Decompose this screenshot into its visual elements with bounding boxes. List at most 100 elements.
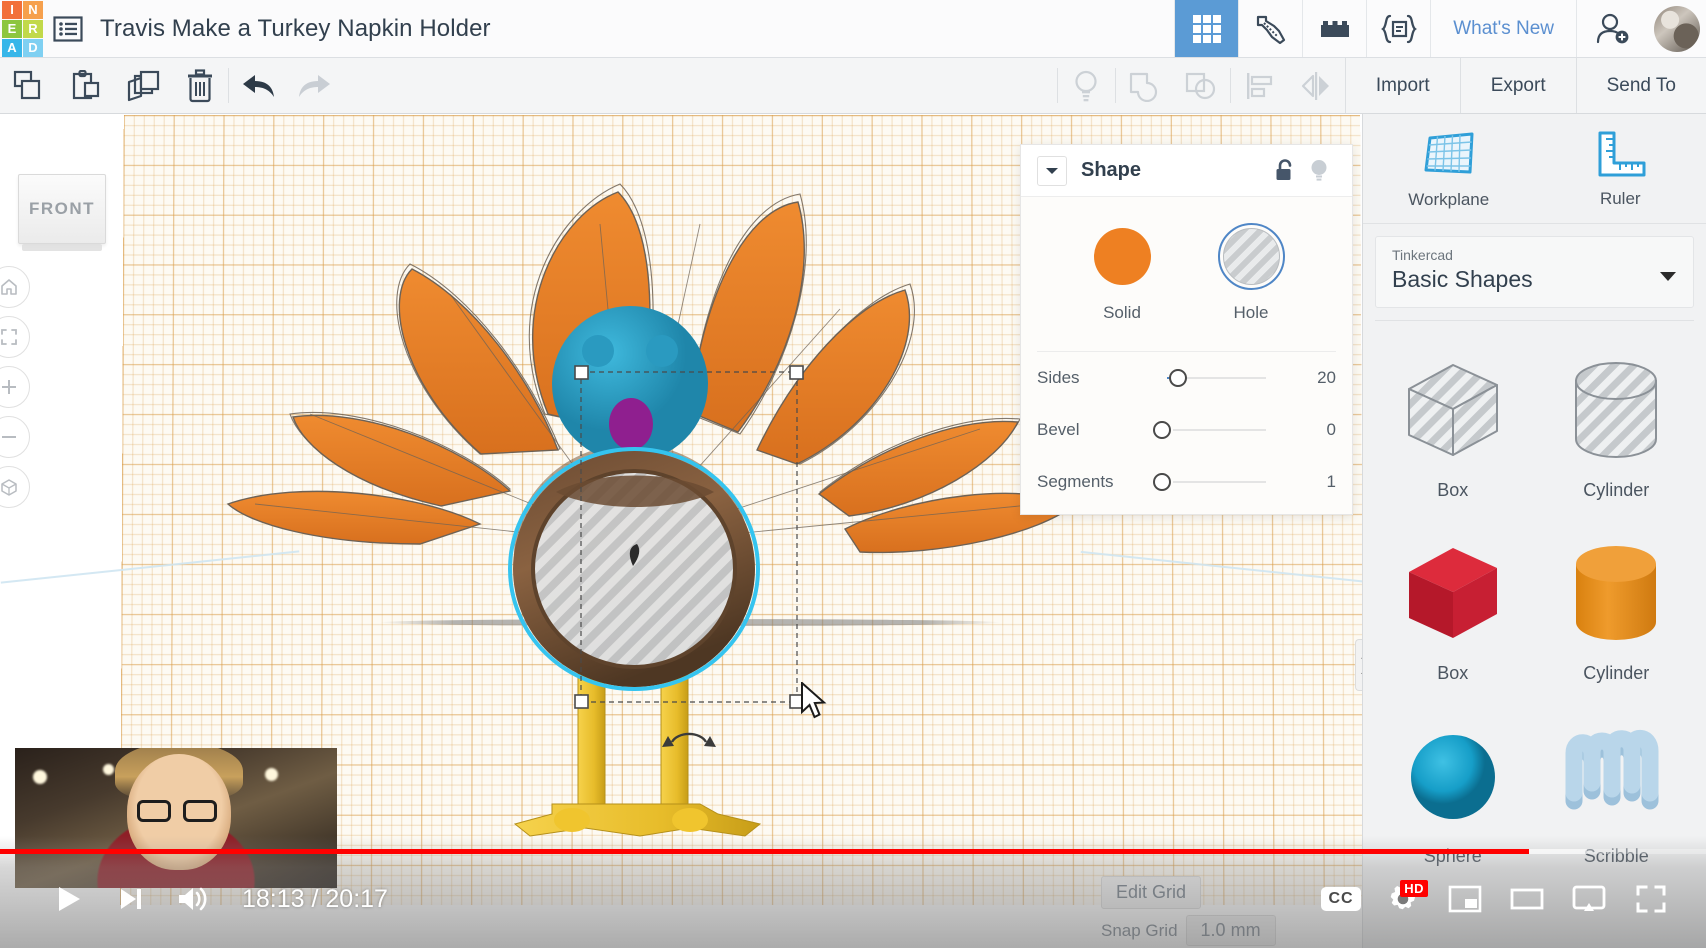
- caret-down-icon: [1659, 269, 1677, 287]
- export-button[interactable]: Export: [1459, 58, 1576, 113]
- shape-library-select[interactable]: Tinkercad Basic Shapes: [1375, 236, 1694, 308]
- redo-arrow-icon[interactable]: [286, 58, 343, 113]
- logo-letter-e: E: [2, 19, 22, 38]
- tinkercad-logo[interactable]: I N E R A D: [0, 0, 46, 57]
- quality-badge: HD: [1400, 880, 1428, 897]
- bevel-slider-knob[interactable]: [1153, 421, 1171, 439]
- copy-button[interactable]: [0, 58, 57, 113]
- tab-lego-blocks[interactable]: [1302, 0, 1366, 57]
- bevel-value[interactable]: 0: [1280, 420, 1336, 440]
- zoom-in-button[interactable]: [0, 366, 30, 408]
- segments-slider-knob[interactable]: [1153, 473, 1171, 491]
- shape-type-swatches: Solid Hole: [1021, 223, 1352, 333]
- tab-designs-grid[interactable]: [1174, 0, 1239, 57]
- tab-minecraft-pickaxe[interactable]: [1238, 0, 1302, 57]
- shape-cylinder-orange[interactable]: Cylinder: [1535, 518, 1699, 701]
- fullscreen-icon[interactable]: [1620, 870, 1682, 928]
- background-light-3: [265, 768, 278, 781]
- segments-slider[interactable]: [1149, 472, 1280, 492]
- sides-slider[interactable]: [1149, 368, 1280, 388]
- hole-label: Hole: [1233, 303, 1269, 322]
- hole-swatch-option[interactable]: Hole: [1217, 223, 1285, 323]
- background-light-2: [103, 764, 114, 775]
- workplane-grid-icon: [1424, 132, 1474, 173]
- add-person-icon[interactable]: [1576, 0, 1648, 57]
- duplicate-button[interactable]: [114, 58, 171, 113]
- edit-grid-button[interactable]: Edit Grid: [1101, 876, 1202, 909]
- workplane-tool-label: Workplane: [1408, 189, 1490, 209]
- segments-value[interactable]: 1: [1280, 472, 1336, 492]
- bevel-slider[interactable]: [1149, 420, 1280, 440]
- logo-letter-r: R: [23, 19, 43, 38]
- view-cube[interactable]: FRONT: [18, 174, 106, 244]
- ungroup-icon[interactable]: [1173, 58, 1230, 113]
- lightbulb-icon[interactable]: [1302, 158, 1336, 184]
- undo-arrow-icon[interactable]: [229, 58, 286, 113]
- shape-box-hole-label: Box: [1437, 480, 1469, 500]
- sides-value[interactable]: 20: [1280, 368, 1336, 388]
- hole-pattern-swatch: [1222, 228, 1280, 285]
- page-title[interactable]: Travis Make a Turkey Napkin Holder: [90, 0, 1174, 57]
- trash-icon[interactable]: [171, 58, 228, 113]
- top-bar: I N E R A D Travis Make a Turkey Napkin …: [0, 0, 1706, 58]
- sides-slider-knob[interactable]: [1169, 369, 1187, 387]
- library-owner-label: Tinkercad: [1392, 247, 1453, 263]
- solid-color-swatch: [1093, 228, 1151, 285]
- workplane-tool[interactable]: Workplane: [1363, 114, 1535, 223]
- theater-mode-icon[interactable]: [1496, 870, 1558, 928]
- closed-captions-icon[interactable]: CC: [1310, 870, 1372, 928]
- volume-button[interactable]: [162, 870, 224, 928]
- shape-inspector-panel: Shape Solid Hole Sides 20 Bevel 0 Segmen…: [1020, 144, 1353, 515]
- solid-label: Solid: [1103, 303, 1141, 322]
- ruler-tool-label: Ruler: [1599, 188, 1641, 208]
- logo-letter-d: D: [23, 38, 43, 57]
- home-view-button[interactable]: [0, 266, 30, 308]
- group-icon[interactable]: [1116, 58, 1173, 113]
- shape-panel-title: Shape: [1081, 159, 1142, 181]
- segments-label: Segments: [1037, 472, 1114, 491]
- fit-frame-icon[interactable]: [0, 316, 30, 358]
- logo-letter-i: I: [2, 0, 22, 19]
- mirror-icon[interactable]: [1288, 58, 1345, 113]
- play-button[interactable]: [38, 870, 100, 928]
- cube-icon[interactable]: [0, 466, 30, 508]
- lightbulb-icon[interactable]: [1058, 58, 1115, 113]
- whats-new-link[interactable]: What's New: [1430, 0, 1576, 57]
- logo-letter-n: N: [23, 0, 43, 19]
- slider-row-bevel: Bevel 0: [1021, 404, 1352, 456]
- tab-codeblocks[interactable]: [1366, 0, 1430, 57]
- shape-cylinder-orange-label: Cylinder: [1583, 663, 1650, 683]
- miniplayer-icon[interactable]: [1434, 870, 1496, 928]
- list-menu-icon[interactable]: [46, 0, 90, 57]
- snap-grid-select[interactable]: 1.0 mm: [1185, 915, 1276, 946]
- shape-panel-header: Shape: [1021, 145, 1352, 197]
- avatar[interactable]: [1648, 0, 1706, 57]
- import-button[interactable]: Import: [1344, 58, 1460, 113]
- shape-box-hole[interactable]: Box: [1371, 335, 1535, 518]
- sides-label: Sides: [1037, 368, 1080, 387]
- video-webcam-thumbnail[interactable]: [15, 748, 337, 888]
- avatar-image: [1654, 5, 1700, 52]
- align-icon[interactable]: [1231, 58, 1288, 113]
- shape-panel-body: Solid Hole Sides 20 Bevel 0 Segments 1: [1021, 197, 1352, 514]
- shape-sphere-blue[interactable]: Sphere: [1371, 701, 1535, 884]
- solid-swatch-option[interactable]: Solid: [1089, 223, 1156, 323]
- unlock-icon[interactable]: [1268, 158, 1302, 183]
- settings-button[interactable]: HD: [1372, 870, 1434, 928]
- paste-button[interactable]: [57, 58, 114, 113]
- slider-row-sides: Sides 20: [1021, 352, 1352, 404]
- glasses-right: [183, 800, 217, 822]
- cast-icon[interactable]: [1558, 870, 1620, 928]
- shape-box-red[interactable]: Box: [1371, 518, 1535, 701]
- ruler-tool[interactable]: Ruler: [1535, 114, 1706, 223]
- player-right-controls: CC HD: [1310, 870, 1682, 928]
- view-cube-base: [22, 244, 102, 251]
- chevron-down-icon[interactable]: [1037, 155, 1067, 186]
- cc-label: CC: [1321, 887, 1361, 911]
- shape-scribble[interactable]: Scribble: [1535, 701, 1699, 884]
- next-track-icon[interactable]: [100, 870, 162, 928]
- video-progress-bar[interactable]: [0, 849, 1706, 854]
- shape-cylinder-hole[interactable]: Cylinder: [1535, 335, 1699, 518]
- send-to-button[interactable]: Send To: [1575, 58, 1706, 113]
- zoom-out-button[interactable]: [0, 416, 30, 458]
